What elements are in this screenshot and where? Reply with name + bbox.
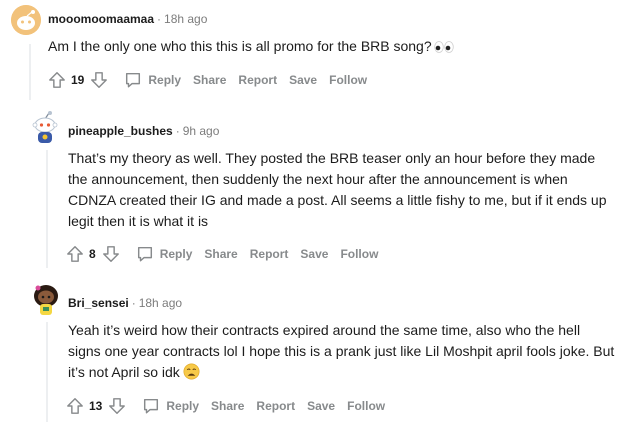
reply-label: Reply <box>159 247 193 261</box>
reply-label: Reply <box>148 73 182 87</box>
report-button[interactable]: Report <box>256 399 295 413</box>
save-button[interactable]: Save <box>289 73 317 87</box>
separator-dot: · <box>175 124 180 138</box>
reply-button[interactable]: Reply <box>136 245 193 263</box>
follow-button[interactable]: Follow <box>347 399 385 413</box>
follow-button[interactable]: Follow <box>329 73 367 87</box>
share-label: Share <box>193 73 227 87</box>
vote-controls: 8 <box>66 245 120 263</box>
save-button[interactable]: Save <box>300 247 328 261</box>
comment-text: That’s my theory as well. They posted th… <box>68 150 607 229</box>
report-label: Report <box>249 247 289 261</box>
eyes-emoji-icon <box>433 41 454 53</box>
report-label: Report <box>256 399 296 413</box>
avatar[interactable] <box>31 282 61 318</box>
share-button[interactable]: Share <box>204 247 237 261</box>
downvote-arrow-icon[interactable] <box>90 71 108 89</box>
timestamp[interactable]: 18h ago <box>139 296 182 310</box>
timestamp[interactable]: 9h ago <box>183 124 220 138</box>
comment-body: Am I the only one who this this is all p… <box>48 36 608 57</box>
follow-label: Follow <box>340 247 379 261</box>
comment-text: Am I the only one who this this is all p… <box>48 38 432 54</box>
follow-button[interactable]: Follow <box>340 247 378 261</box>
report-button[interactable]: Report <box>250 247 289 261</box>
downvote-arrow-icon[interactable] <box>108 397 126 415</box>
comment-body: That’s my theory as well. They posted th… <box>68 148 616 232</box>
upvote-arrow-icon[interactable] <box>66 397 84 415</box>
snoo-avatar-icon <box>32 111 58 143</box>
share-button[interactable]: Share <box>193 73 226 87</box>
thread-line[interactable] <box>46 322 48 422</box>
username[interactable]: mooomoomaamaa <box>48 12 154 26</box>
comment-body: Yeah it’s weird how their contracts expi… <box>68 320 616 383</box>
report-button[interactable]: Report <box>238 73 277 87</box>
thread-line[interactable] <box>46 150 48 268</box>
thread-line[interactable] <box>29 44 31 100</box>
snoo-avatar-icon <box>34 285 58 315</box>
upvote-arrow-icon[interactable] <box>48 71 66 89</box>
timestamp[interactable]: 18h ago <box>164 12 207 26</box>
reply-bubble-icon <box>126 72 141 88</box>
share-label: Share <box>204 247 238 261</box>
report-label: Report <box>238 73 278 87</box>
username[interactable]: pineapple_bushes <box>68 124 173 138</box>
save-label: Save <box>300 247 329 261</box>
username[interactable]: Bri_sensei <box>68 296 129 310</box>
vote-score: 8 <box>89 247 96 261</box>
comment-text: Yeah it’s weird how their contracts expi… <box>68 322 615 380</box>
vote-controls: 13 <box>66 397 126 415</box>
reply-bubble-icon <box>137 246 152 262</box>
avatar[interactable] <box>11 5 41 35</box>
share-label: Share <box>211 399 245 413</box>
save-button[interactable]: Save <box>307 399 335 413</box>
share-button[interactable]: Share <box>211 399 244 413</box>
reply-label: Reply <box>166 399 200 413</box>
separator-dot: · <box>131 296 136 310</box>
vote-score: 13 <box>89 399 103 413</box>
downvote-arrow-icon[interactable] <box>102 245 120 263</box>
weary-face-emoji-icon <box>183 363 200 380</box>
reply-button[interactable]: Reply <box>124 71 181 89</box>
comment-actions: 8 Reply Share Report Save Follow <box>66 242 378 266</box>
snoo-avatar-icon <box>11 5 41 35</box>
comment-actions: 13 Reply Share Report Save Follow <box>66 394 385 418</box>
comment-actions: 19 Reply Share Report Save Follow <box>48 68 367 92</box>
reply-bubble-icon <box>144 398 159 414</box>
separator-dot: · <box>157 12 162 26</box>
upvote-arrow-icon[interactable] <box>66 245 84 263</box>
follow-label: Follow <box>329 73 368 87</box>
vote-score: 19 <box>71 73 85 87</box>
save-label: Save <box>307 399 336 413</box>
avatar[interactable] <box>30 110 60 146</box>
vote-controls: 19 <box>48 71 108 89</box>
reply-button[interactable]: Reply <box>142 397 199 415</box>
save-label: Save <box>289 73 318 87</box>
follow-label: Follow <box>347 399 386 413</box>
